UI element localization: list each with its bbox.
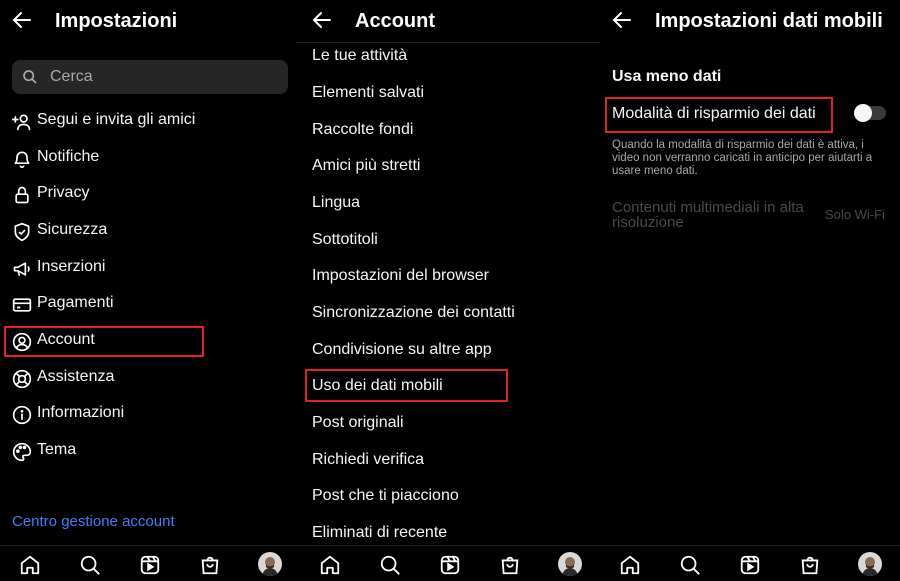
settings-header: Impostazioni	[0, 0, 300, 44]
settings-item-ads[interactable]: Inserzioni	[12, 254, 292, 284]
home-icon[interactable]	[619, 554, 641, 576]
account-item[interactable]: Le tue attività	[312, 47, 407, 65]
highlight-box	[605, 97, 833, 133]
bottom-nav	[300, 545, 600, 581]
avatar-face-icon	[862, 557, 878, 576]
account-item[interactable]: Post originali	[312, 414, 404, 432]
search-input[interactable]: Cerca	[12, 60, 288, 94]
account-item[interactable]: Lingua	[312, 194, 360, 212]
back-arrow-icon[interactable]	[310, 8, 334, 32]
account-item[interactable]: Amici più stretti	[312, 157, 420, 175]
home-icon[interactable]	[319, 554, 341, 576]
hires-media-label[interactable]: Contenuti multimediali in alta risoluzio…	[612, 200, 812, 230]
mobile-data-header: Impostazioni dati mobili	[600, 0, 900, 44]
megaphone-icon	[13, 262, 30, 276]
card-icon	[12, 298, 32, 312]
search-icon[interactable]	[79, 554, 101, 576]
highlight-box	[4, 326, 204, 357]
account-item[interactable]: Post che ti piacciono	[312, 487, 459, 505]
back-arrow-icon[interactable]	[10, 8, 34, 32]
shop-icon[interactable]	[499, 554, 521, 576]
settings-item-label: Inserzioni	[37, 258, 106, 275]
bell-icon	[14, 151, 30, 169]
page-title: Impostazioni	[55, 10, 178, 32]
account-panel: Account Le tue attività Elementi salvati…	[300, 0, 600, 581]
settings-item-label: Notifiche	[37, 148, 100, 165]
settings-item-label: Privacy	[37, 184, 90, 201]
settings-item-label: Sicurezza	[37, 221, 108, 238]
home-icon[interactable]	[19, 554, 41, 576]
add-person-icon	[12, 114, 31, 131]
lifebuoy-icon	[12, 369, 32, 389]
accounts-center-link[interactable]: Centro gestione account	[12, 513, 175, 530]
settings-item-info[interactable]: Informazioni	[12, 400, 292, 430]
settings-item-follow-invite[interactable]: Segui e invita gli amici	[12, 107, 292, 137]
account-item[interactable]: Richiedi verifica	[312, 451, 424, 469]
reels-icon[interactable]	[739, 554, 761, 576]
profile-avatar[interactable]	[858, 552, 882, 576]
account-item[interactable]: Eliminati di recente	[312, 524, 447, 542]
account-item[interactable]: Sottotitoli	[312, 231, 378, 249]
reels-icon[interactable]	[439, 554, 461, 576]
highlight-box	[305, 369, 508, 402]
search-placeholder: Cerca	[50, 68, 93, 85]
page-title: Impostazioni dati mobili	[655, 10, 883, 32]
toggle-knob	[854, 104, 872, 122]
header-divider	[296, 42, 600, 43]
back-arrow-icon[interactable]	[610, 8, 634, 32]
account-item[interactable]: Elementi salvati	[312, 84, 424, 102]
settings-item-security[interactable]: Sicurezza	[12, 217, 292, 247]
section-heading: Usa meno dati	[612, 68, 722, 85]
settings-item-notifications[interactable]: Notifiche	[12, 144, 292, 174]
account-item[interactable]: Condivisione su altre app	[312, 341, 492, 359]
shop-icon[interactable]	[199, 554, 221, 576]
data-saver-description: Quando la modalità di risparmio dei dati…	[612, 139, 873, 177]
hires-media-value: Solo Wi-Fi	[825, 207, 885, 222]
settings-item-label: Segui e invita gli amici	[37, 111, 196, 128]
info-icon	[12, 405, 32, 425]
bottom-nav	[0, 545, 300, 581]
data-saver-toggle[interactable]	[854, 104, 886, 122]
shield-icon	[14, 222, 30, 242]
page-title: Account	[355, 10, 435, 32]
account-item[interactable]: Sincronizzazione dei contatti	[312, 304, 515, 322]
settings-item-theme[interactable]: Tema	[12, 437, 292, 467]
bottom-nav	[600, 545, 900, 581]
palette-icon	[12, 442, 32, 462]
settings-item-help[interactable]: Assistenza	[12, 364, 292, 394]
account-item[interactable]: Raccolte fondi	[312, 121, 413, 139]
account-item[interactable]: Impostazioni del browser	[312, 267, 489, 285]
settings-panel: Impostazioni Cerca Segui e invita gli am…	[0, 0, 300, 581]
settings-item-privacy[interactable]: Privacy	[12, 180, 292, 210]
mobile-data-panel: Impostazioni dati mobili Usa meno dati M…	[600, 0, 900, 581]
settings-item-payments[interactable]: Pagamenti	[12, 290, 292, 320]
profile-avatar[interactable]	[258, 552, 282, 576]
account-header: Account	[300, 0, 600, 44]
profile-avatar[interactable]	[558, 552, 582, 576]
search-icon[interactable]	[679, 554, 701, 576]
lock-icon	[15, 186, 29, 204]
avatar-face-icon	[562, 557, 578, 576]
shop-icon[interactable]	[799, 554, 821, 576]
settings-item-label: Informazioni	[37, 404, 125, 421]
settings-item-label: Tema	[37, 441, 77, 458]
search-icon[interactable]	[379, 554, 401, 576]
avatar-face-icon	[262, 557, 278, 576]
search-icon	[23, 70, 37, 84]
settings-item-label: Pagamenti	[37, 294, 114, 311]
settings-item-label: Assistenza	[37, 368, 115, 385]
reels-icon[interactable]	[139, 554, 161, 576]
